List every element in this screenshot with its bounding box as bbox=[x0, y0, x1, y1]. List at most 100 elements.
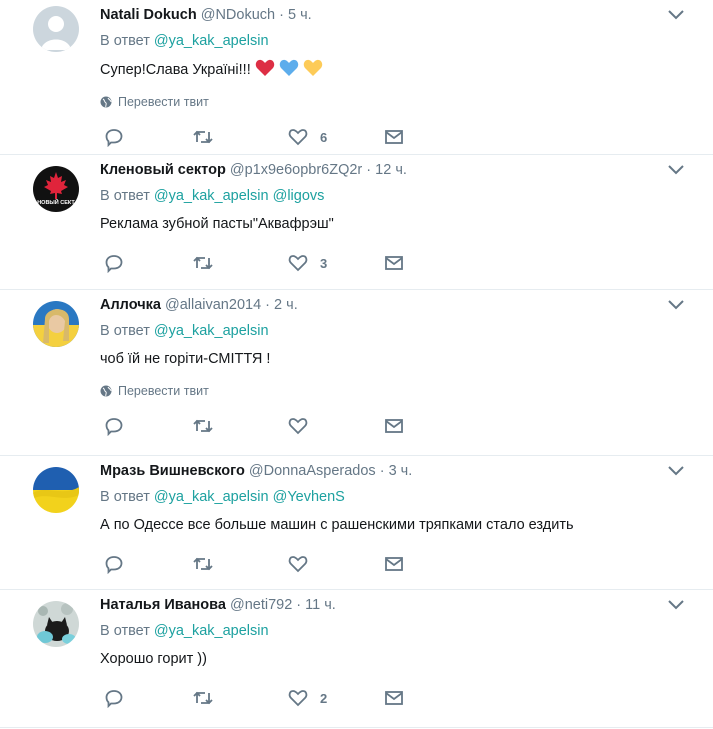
translate-label[interactable]: Перевести твит bbox=[118, 383, 209, 399]
translate-link[interactable]: Перевести твит bbox=[100, 383, 699, 399]
reply-button[interactable] bbox=[104, 252, 124, 274]
tweet-header: Мразь Вишневского @DonnaAsperados · 3 ч. bbox=[100, 461, 699, 481]
user-name[interactable]: Наталья Иванова bbox=[100, 597, 226, 613]
chevron-down-icon[interactable] bbox=[667, 464, 685, 476]
retweet-icon bbox=[193, 691, 213, 705]
separator: · bbox=[366, 162, 372, 178]
reply-mention[interactable]: @YevhenS bbox=[273, 489, 345, 505]
retweet-button[interactable] bbox=[192, 252, 214, 274]
user-name[interactable]: Natali Dokuch bbox=[100, 7, 197, 23]
like-count: 2 bbox=[320, 690, 328, 706]
flag-avatar-image bbox=[33, 467, 79, 513]
default-avatar-icon bbox=[33, 6, 79, 52]
tweet-text: Хорошо горит )) bbox=[100, 651, 207, 667]
globe-icon bbox=[100, 385, 112, 397]
retweet-icon bbox=[193, 557, 213, 571]
chevron-down-icon[interactable] bbox=[667, 298, 685, 310]
envelope-icon bbox=[385, 691, 403, 705]
message-button[interactable] bbox=[384, 126, 404, 148]
reply-button[interactable] bbox=[104, 126, 124, 148]
retweet-button[interactable] bbox=[192, 687, 214, 709]
heart-icon bbox=[288, 129, 308, 146]
tweet[interactable]: Мразь Вишневского @DonnaAsperados · 3 ч.… bbox=[0, 456, 713, 590]
tweet-time[interactable]: 5 ч. bbox=[288, 7, 312, 23]
user-handle[interactable]: @DonnaAsperados bbox=[249, 463, 376, 479]
tweet[interactable]: Natali Dokuch @NDokuch · 5 ч. В ответ @y… bbox=[0, 0, 713, 155]
tweet-actions bbox=[100, 553, 699, 577]
reply-button[interactable] bbox=[104, 415, 124, 437]
retweet-icon bbox=[193, 130, 213, 144]
like-button[interactable] bbox=[288, 553, 308, 575]
reply-prefix: В ответ bbox=[100, 489, 150, 505]
reply-mention[interactable]: @ya_kak_apelsin bbox=[154, 489, 269, 505]
cat-avatar-image bbox=[33, 601, 79, 647]
envelope-icon bbox=[385, 130, 403, 144]
reply-button[interactable] bbox=[104, 687, 124, 709]
user-handle[interactable]: @allaivan2014 bbox=[165, 297, 261, 313]
globe-icon bbox=[100, 96, 112, 108]
like-button[interactable]: 2 bbox=[288, 687, 327, 709]
tweet-time[interactable]: 3 ч. bbox=[389, 463, 413, 479]
reply-button[interactable] bbox=[104, 553, 124, 575]
heart-icon bbox=[288, 556, 308, 573]
tweet-actions: 3 bbox=[100, 252, 699, 276]
tweet-text: А по Одессе все больше машин с рашенским… bbox=[100, 517, 574, 533]
message-button[interactable] bbox=[384, 252, 404, 274]
envelope-icon bbox=[385, 419, 403, 433]
chevron-down-icon[interactable] bbox=[667, 8, 685, 20]
translate-label[interactable]: Перевести твит bbox=[118, 94, 209, 110]
tweet[interactable]: НОВЫЙ СЕКТ Кленовый сектор @p1x9e6opbr6Z… bbox=[0, 155, 713, 290]
chevron-down-icon[interactable] bbox=[667, 598, 685, 610]
like-button[interactable] bbox=[288, 415, 308, 437]
message-button[interactable] bbox=[384, 415, 404, 437]
reply-icon bbox=[105, 690, 123, 708]
avatar[interactable] bbox=[33, 467, 79, 513]
tweet-text: Реклама зубной пасты"Аквафрэш" bbox=[100, 216, 334, 232]
user-handle[interactable]: @p1x9e6opbr6ZQ2r bbox=[230, 162, 362, 178]
like-button[interactable]: 6 bbox=[288, 126, 327, 148]
retweet-button[interactable] bbox=[192, 553, 214, 575]
reply-mention[interactable]: @ya_kak_apelsin bbox=[154, 623, 269, 639]
message-button[interactable] bbox=[384, 553, 404, 575]
tweet-text-content: Супер!Слава Україні!!! bbox=[100, 62, 251, 78]
message-button[interactable] bbox=[384, 687, 404, 709]
reply-mention[interactable]: @ya_kak_apelsin bbox=[154, 188, 269, 204]
like-count: 3 bbox=[320, 255, 328, 271]
reply-context: В ответ @ya_kak_apelsin @ligovs bbox=[100, 186, 699, 206]
heart-icon bbox=[288, 255, 308, 272]
user-name[interactable]: Кленовый сектор bbox=[100, 162, 226, 178]
like-button[interactable]: 3 bbox=[288, 252, 327, 274]
separator: · bbox=[265, 297, 271, 313]
avatar[interactable] bbox=[33, 6, 79, 52]
chevron-down-icon[interactable] bbox=[667, 163, 685, 175]
user-handle[interactable]: @neti792 bbox=[230, 597, 292, 613]
tweet-time[interactable]: 12 ч. bbox=[375, 162, 407, 178]
tweet-actions: 2 bbox=[100, 687, 699, 711]
reply-context: В ответ @ya_kak_apelsin bbox=[100, 621, 699, 641]
tweet-time[interactable]: 2 ч. bbox=[274, 297, 298, 313]
blue-heart-icon bbox=[279, 59, 299, 76]
user-name[interactable]: Мразь Вишневского bbox=[100, 463, 245, 479]
tweet-header: Natali Dokuch @NDokuch · 5 ч. bbox=[100, 5, 699, 25]
user-handle[interactable]: @NDokuch bbox=[201, 7, 275, 23]
retweet-button[interactable] bbox=[192, 126, 214, 148]
avatar[interactable]: НОВЫЙ СЕКТ bbox=[33, 166, 79, 212]
avatar[interactable] bbox=[33, 601, 79, 647]
reply-icon bbox=[105, 255, 123, 273]
avatar[interactable] bbox=[33, 301, 79, 347]
avatar-logo-text: НОВЫЙ СЕКТ bbox=[37, 198, 75, 206]
translate-link[interactable]: Перевести твит bbox=[100, 94, 699, 110]
user-name[interactable]: Аллочка bbox=[100, 297, 161, 313]
retweet-icon bbox=[193, 419, 213, 433]
tweet[interactable]: Наталья Иванова @neti792 · 11 ч. В ответ… bbox=[0, 590, 713, 728]
tweet-header: Кленовый сектор @p1x9e6opbr6ZQ2r · 12 ч. bbox=[100, 160, 699, 180]
maple-leaf-avatar-image: НОВЫЙ СЕКТ bbox=[33, 166, 79, 212]
tweet[interactable]: Аллочка @allaivan2014 · 2 ч. В ответ @ya… bbox=[0, 290, 713, 456]
tweet-time[interactable]: 11 ч. bbox=[305, 597, 336, 613]
tweet-header: Аллочка @allaivan2014 · 2 ч. bbox=[100, 295, 699, 315]
reply-mention[interactable]: @ligovs bbox=[273, 188, 325, 204]
reply-icon bbox=[105, 418, 123, 436]
retweet-button[interactable] bbox=[192, 415, 214, 437]
reply-mention[interactable]: @ya_kak_apelsin bbox=[154, 323, 269, 339]
reply-mention[interactable]: @ya_kak_apelsin bbox=[154, 33, 269, 49]
